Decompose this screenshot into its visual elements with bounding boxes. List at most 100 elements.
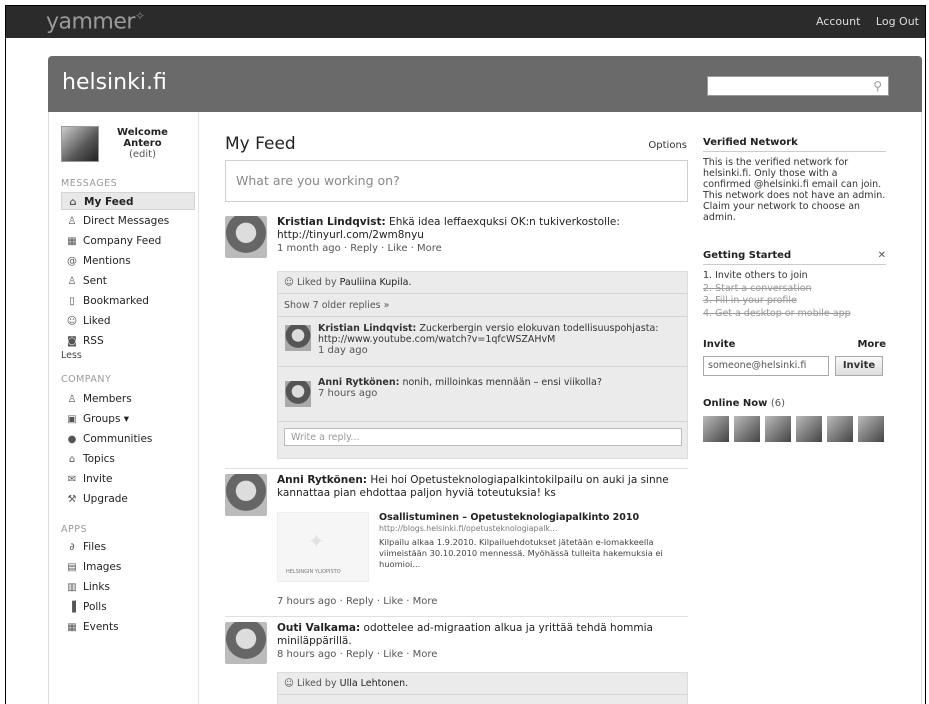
attachment-title[interactable]: Osallistuminen – Opetusteknologiapalkint… (379, 512, 689, 523)
online-user-avatar[interactable] (765, 416, 791, 442)
author-avatar[interactable] (225, 216, 267, 258)
sidebar-item-topics[interactable]: ⌂ Topics (61, 450, 195, 468)
home-icon: ⌂ (69, 197, 77, 208)
verified-network-text: This is the verified network for helsink… (703, 157, 886, 223)
reply-avatar[interactable] (285, 381, 311, 407)
smile-icon: ☺ (66, 316, 78, 327)
author-avatar[interactable] (225, 622, 267, 664)
message-meta[interactable]: 8 hours ago · Reply · Like · More (277, 648, 687, 661)
reply-author[interactable]: Anni Rytkönen: (318, 377, 399, 388)
edit-profile-link[interactable]: (edit) (105, 149, 180, 160)
invite-more-link[interactable]: More (857, 339, 886, 350)
getting-started-title: Getting Started ✕ (703, 250, 886, 265)
sidebar-item-label: Files (83, 541, 107, 553)
invite-email-field[interactable]: someone@helsinki.fi (703, 356, 829, 376)
logout-link[interactable]: Log Out (876, 15, 919, 28)
online-user-avatar[interactable] (703, 416, 729, 442)
liked-by-label: Liked by (296, 277, 340, 288)
search-input[interactable]: ⚲ (707, 76, 889, 96)
message-meta[interactable]: 1 month ago · Reply · Like · More (277, 242, 687, 255)
account-link[interactable]: Account (816, 15, 860, 28)
message-body: Outi Valkama: odottelee ad-migraation al… (277, 622, 687, 661)
sidebar-item-my-feed[interactable]: ⌂ My Feed (61, 192, 195, 210)
reply-body: Anni Rytkönen: nonih, milloinkas mennään… (318, 377, 678, 399)
message-divider (225, 616, 688, 617)
messages-section-title: MESSAGES (61, 178, 118, 189)
sidebar-item-events[interactable]: ▦ Events (61, 618, 195, 636)
network-name[interactable]: helsinki.fi (62, 70, 167, 95)
getting-started-steps: 1. Invite others to join 2. Start a conv… (703, 270, 886, 320)
sidebar-item-label: My Feed (84, 196, 134, 208)
close-icon[interactable]: ✕ (878, 250, 886, 261)
sidebar-item-label: Communities (83, 433, 153, 445)
sidebar-item-sent[interactable]: ♙ Sent (61, 272, 195, 290)
less-link[interactable]: Less (61, 350, 82, 361)
message-meta[interactable]: 7 hours ago · Reply · Like · More (277, 596, 437, 607)
sidebar-item-rss[interactable]: ◙ RSS (61, 332, 195, 350)
logo-text: yammer (46, 9, 135, 35)
reply-author[interactable]: Kristian Lindqvist: (318, 323, 416, 334)
online-user-avatar[interactable] (858, 416, 884, 442)
step-invite[interactable]: 1. Invite others to join (703, 270, 886, 283)
options-link[interactable]: Options (648, 140, 687, 151)
company-section-title: COMPANY (61, 374, 112, 385)
publisher-input[interactable]: What are you working on? (225, 160, 688, 202)
attachment-text: Osallistuminen – Opetusteknologiapalkint… (379, 512, 689, 570)
search-icon[interactable]: ⚲ (873, 79, 882, 93)
message-author[interactable]: Kristian Lindqvist: (277, 216, 386, 228)
sidebar-item-communities[interactable]: ● Communities (61, 430, 195, 448)
envelope-icon: ✉ (67, 474, 77, 485)
getting-started-label: Getting Started (703, 250, 792, 261)
sidebar-item-files[interactable]: ∂ Files (61, 538, 195, 556)
reply-item: Kristian Lindqvist: Zuckerbergin versio … (278, 317, 687, 367)
online-user-avatar[interactable] (796, 416, 822, 442)
sidebar-item-images[interactable]: ▤ Images (61, 558, 195, 576)
sidebar-item-label: Events (83, 621, 119, 633)
sidebar-item-label: Members (83, 393, 132, 405)
sidebar-item-label: Direct Messages (83, 215, 170, 227)
sidebar-item-members[interactable]: ♙ Members (61, 390, 195, 408)
wrench-icon: ⚒ (67, 494, 77, 505)
reply-input[interactable]: Write a reply... (284, 428, 682, 446)
online-user-avatar[interactable] (734, 416, 760, 442)
sidebar-item-invite[interactable]: ✉ Invite (61, 470, 195, 488)
sidebar-item-groups[interactable]: ▣ Groups ▾ (61, 410, 195, 428)
attachment-thumbnail[interactable]: ✦ HELSINGIN YLIOPISTO (277, 512, 369, 582)
sidebar-item-mentions[interactable]: @ Mentions (61, 252, 195, 270)
reply-avatar[interactable] (285, 325, 311, 351)
liked-by-user[interactable]: Ulla Lehtonen. (340, 678, 409, 689)
sidebar-item-bookmarked[interactable]: ▯ Bookmarked (61, 292, 195, 310)
verified-network-title: Verified Network (703, 137, 886, 152)
sidebar-item-direct-messages[interactable]: ♙ Direct Messages (61, 212, 195, 230)
step-profile[interactable]: 3. Fill in your profile (703, 295, 886, 308)
online-user-avatar[interactable] (827, 416, 853, 442)
invite-button[interactable]: Invite (835, 356, 883, 376)
yammer-logo[interactable]: yammer✧ (46, 9, 145, 34)
sidebar-item-upgrade[interactable]: ⚒ Upgrade (61, 490, 195, 508)
sidebar-item-label: Images (83, 561, 122, 573)
members-icon: ♙ (67, 394, 77, 405)
attachment-url[interactable]: http://blogs.helsinki.fi/opetusteknologi… (379, 523, 689, 534)
liked-by-user[interactable]: Pauliina Kupila. (340, 277, 412, 288)
author-avatar[interactable] (225, 474, 267, 516)
message-author[interactable]: Anni Rytkönen: (277, 474, 367, 486)
feed-message: Kristian Lindqvist: Ehkä idea leffaexquk… (225, 216, 688, 276)
message-author[interactable]: Outi Valkama: (277, 622, 360, 634)
liked-by-row: ☺ Liked by Ulla Lehtonen. (278, 673, 687, 695)
building-icon: ▦ (67, 236, 77, 247)
reply-text: nonih, milloinkas mennään – ensi viikoll… (399, 377, 602, 388)
user-name[interactable]: Antero (105, 138, 180, 149)
sidebar-item-company-feed[interactable]: ▦ Company Feed (61, 232, 195, 250)
invite-title: Invite More (703, 339, 886, 353)
step-conversation[interactable]: 2. Start a conversation (703, 283, 886, 296)
sidebar-item-links[interactable]: ▥ Links (61, 578, 195, 596)
step-app[interactable]: 4. Get a desktop or mobile app (703, 308, 886, 321)
sidebar-item-label: Mentions (83, 255, 131, 267)
sidebar-item-label: Sent (83, 275, 107, 287)
show-older-replies[interactable]: Show 7 older replies » (278, 294, 687, 317)
user-avatar[interactable] (61, 126, 99, 162)
sidebar-item-liked[interactable]: ☺ Liked (61, 312, 195, 330)
link-attachment[interactable]: ✦ HELSINGIN YLIOPISTO Osallistuminen – O… (277, 512, 687, 582)
sidebar-item-polls[interactable]: ▐ Polls (61, 598, 195, 616)
reply-thread: ☺ Liked by Ulla Lehtonen. (277, 672, 688, 704)
